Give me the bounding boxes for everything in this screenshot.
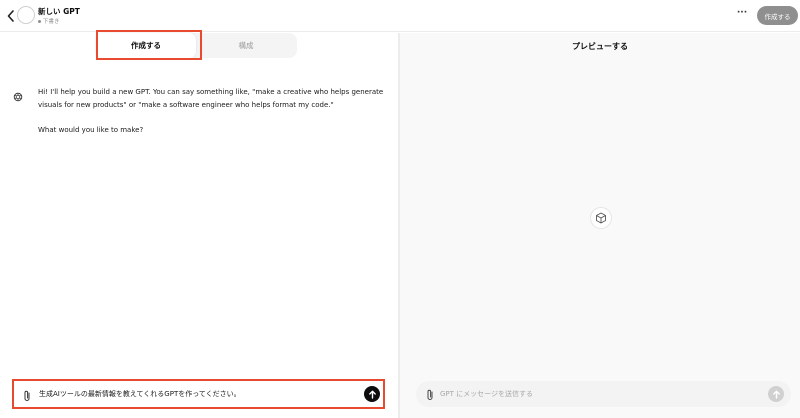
create-button[interactable]: 作成する bbox=[757, 6, 798, 25]
preview-message-input[interactable] bbox=[440, 385, 740, 403]
chevron-left-icon bbox=[7, 10, 14, 22]
send-button[interactable] bbox=[364, 386, 380, 402]
arrow-up-icon bbox=[368, 390, 376, 399]
draft-status: 下書き bbox=[38, 17, 60, 25]
message-input[interactable]: 生成AIツールの最新情報を教えてくれるGPTを作ってください。 bbox=[39, 386, 359, 403]
arrow-up-icon bbox=[772, 390, 780, 399]
tab-create[interactable]: 作成する bbox=[96, 33, 196, 58]
assistant-message: Hi! I'll help you build a new GPT. You c… bbox=[38, 88, 384, 109]
top-bar: 新しい GPT 下書き ··· 作成する bbox=[0, 0, 800, 32]
paperclip-icon[interactable] bbox=[424, 387, 436, 401]
preview-composer bbox=[416, 381, 791, 407]
builder-panel: 作成する 構成 Hi! I'll help you build a new GP… bbox=[0, 30, 398, 418]
assistant-question: What would you like to make? bbox=[38, 126, 144, 134]
status-dot bbox=[38, 19, 41, 23]
openai-logo-icon bbox=[13, 87, 23, 102]
more-options-button[interactable]: ··· bbox=[735, 9, 749, 21]
paperclip-icon[interactable] bbox=[21, 388, 33, 402]
message-composer: 生成AIツールの最新情報を教えてくれるGPTを作ってください。 bbox=[12, 379, 385, 409]
status-label: 下書き bbox=[43, 19, 60, 25]
tab-configure[interactable]: 構成 bbox=[196, 33, 296, 58]
preview-title: プレビューする bbox=[572, 42, 628, 51]
gpt-avatar[interactable] bbox=[17, 6, 35, 24]
preview-panel: プレビューする bbox=[400, 33, 800, 418]
gpt-name: 新しい GPT bbox=[38, 7, 80, 16]
cube-icon bbox=[590, 207, 612, 229]
gpt-builder-app: 新しい GPT 下書き ··· 作成する 作成する 構成 Hi! I'll he… bbox=[0, 0, 800, 418]
builder-tabs: 作成する 構成 bbox=[96, 33, 297, 58]
preview-send-button[interactable] bbox=[768, 386, 784, 402]
